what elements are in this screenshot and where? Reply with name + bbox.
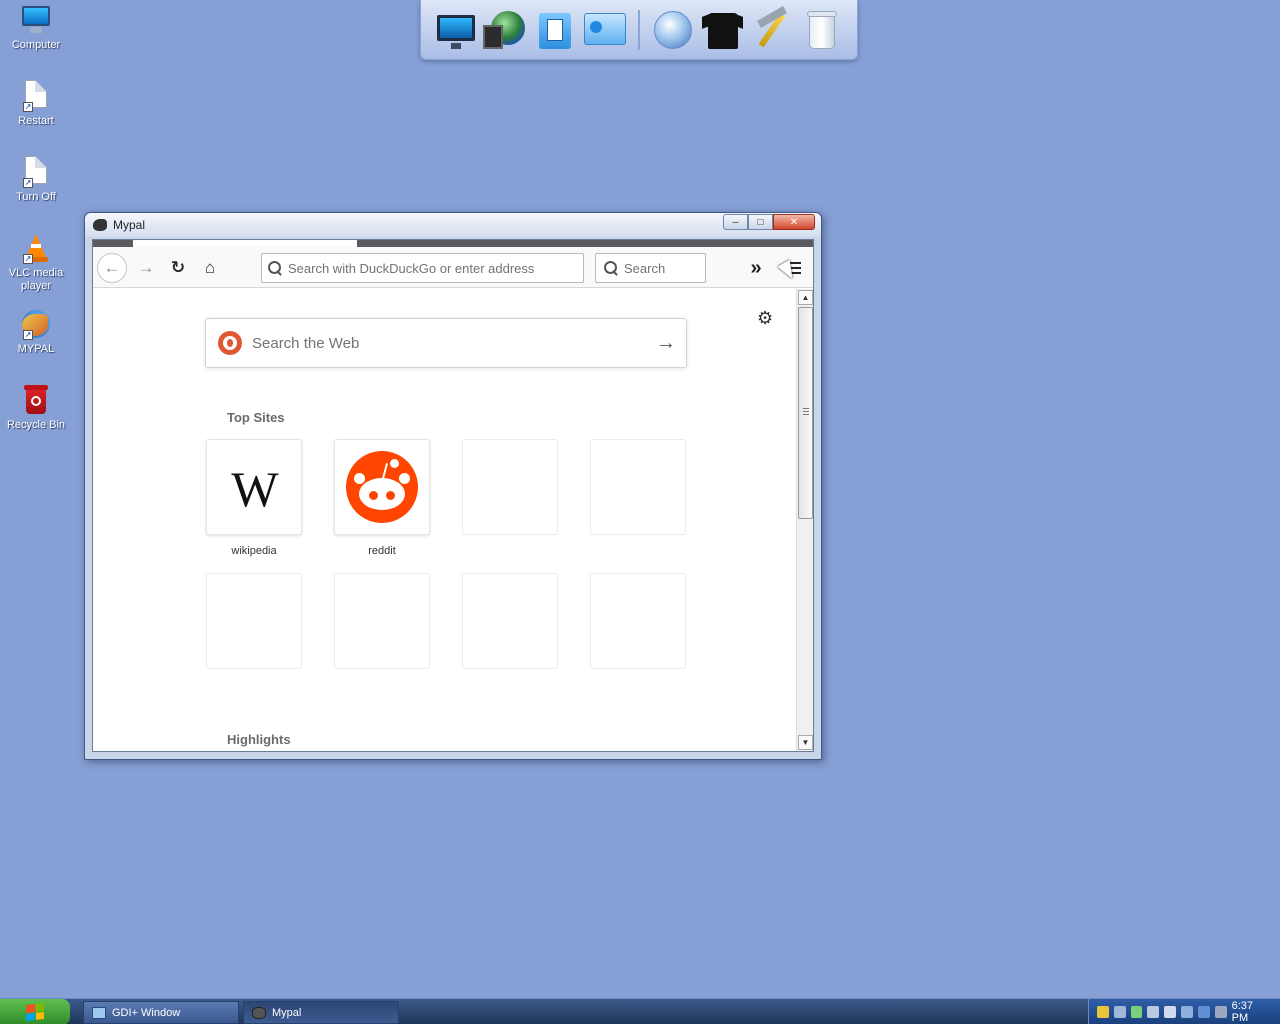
scroll-up-arrow-icon[interactable]: ▲ bbox=[798, 290, 813, 305]
document-icon[interactable] bbox=[533, 7, 579, 53]
desktop-icon-label: Turn Off bbox=[16, 191, 56, 203]
address-bar-placeholder: Search with DuckDuckGo or enter address bbox=[288, 260, 535, 276]
top-site-tile-empty[interactable] bbox=[462, 439, 558, 535]
top-site-tile-empty[interactable] bbox=[462, 573, 558, 669]
desktop-icon-turn-off[interactable]: ↗ Turn Off bbox=[4, 156, 68, 204]
desktop-icon-restart[interactable]: ↗ Restart bbox=[4, 80, 68, 128]
top-site-tile-reddit[interactable] bbox=[334, 439, 430, 535]
desktop-icon-label: Computer bbox=[11, 39, 61, 51]
reddit-logo-icon bbox=[346, 451, 418, 523]
overflow-chevron-button[interactable]: » bbox=[743, 255, 769, 281]
maximize-button[interactable]: □ bbox=[748, 214, 773, 230]
top-sites-title: Top Sites bbox=[227, 410, 285, 425]
taskbar-button-label: GDI+ Window bbox=[112, 1006, 181, 1019]
desktop-icon-label: VLC media player bbox=[8, 267, 64, 292]
tray-app-icon[interactable] bbox=[1147, 1006, 1160, 1018]
taskbar-button-gdi-window[interactable]: GDI+ Window bbox=[83, 1001, 239, 1024]
title-bar[interactable]: Mypal – □ ✕ bbox=[85, 213, 821, 237]
duckduckgo-logo-icon bbox=[218, 331, 242, 355]
address-bar[interactable]: Search with DuckDuckGo or enter address bbox=[261, 253, 584, 283]
clock[interactable]: 6:37 PM bbox=[1232, 1000, 1272, 1024]
taskbar-button-mypal[interactable]: Mypal bbox=[243, 1001, 399, 1024]
dock bbox=[420, 0, 858, 60]
web-search-placeholder: Search the Web bbox=[252, 334, 360, 352]
windows-logo-icon bbox=[26, 1003, 44, 1021]
security-shield-icon[interactable] bbox=[1097, 1006, 1109, 1018]
tshirt-icon[interactable] bbox=[700, 7, 746, 53]
taskbar: GDI+ Window Mypal 6:37 PM bbox=[0, 998, 1280, 1024]
window-app-icon bbox=[92, 1006, 106, 1019]
search-bar-placeholder: Search bbox=[624, 260, 666, 276]
scrollbar-thumb[interactable] bbox=[798, 307, 813, 519]
wikipedia-logo-icon: W bbox=[231, 461, 279, 517]
file-shortcut-icon: ↗ bbox=[20, 156, 52, 188]
recycle-bin-icon bbox=[20, 384, 52, 416]
desktop-icon-computer[interactable]: Computer bbox=[4, 4, 68, 52]
search-icon bbox=[268, 261, 282, 275]
top-site-label: reddit bbox=[368, 545, 396, 557]
reload-button[interactable]: ↻ bbox=[163, 253, 193, 283]
network-globe-icon[interactable] bbox=[650, 7, 696, 53]
tools-icon[interactable] bbox=[749, 5, 795, 53]
vertical-scrollbar[interactable]: ▲ ▼ bbox=[796, 289, 813, 751]
recycle-bin-icon[interactable] bbox=[799, 7, 845, 53]
tray-app-icon[interactable] bbox=[1164, 1006, 1177, 1018]
file-shortcut-icon: ↗ bbox=[20, 80, 52, 112]
top-site-tile-empty[interactable] bbox=[590, 573, 686, 669]
network-icon[interactable] bbox=[1181, 1006, 1193, 1018]
browser-client-area: ← → ↻ ⌂ Search with DuckDuckGo or enter … bbox=[92, 239, 814, 752]
top-site-tile-empty[interactable] bbox=[206, 573, 302, 669]
top-site-tile-empty[interactable] bbox=[334, 573, 430, 669]
globe-icon[interactable] bbox=[482, 7, 529, 53]
tab-active[interactable] bbox=[133, 240, 357, 247]
desktop-icon-mypal[interactable]: ↗ MYPAL bbox=[4, 308, 68, 356]
monitor-icon[interactable] bbox=[433, 7, 479, 53]
browser-window: Mypal – □ ✕ ← → ↻ ⌂ Search with DuckDuck… bbox=[84, 212, 822, 760]
home-button[interactable]: ⌂ bbox=[195, 253, 225, 283]
start-button[interactable] bbox=[0, 999, 70, 1024]
computer-icon bbox=[20, 4, 52, 36]
minimize-button[interactable]: – bbox=[723, 214, 748, 230]
desktop-icon-recycle-bin[interactable]: Recycle Bin bbox=[4, 384, 68, 432]
window-title: Mypal bbox=[113, 218, 146, 232]
back-button[interactable]: ← bbox=[97, 253, 127, 283]
control-panel-icon[interactable] bbox=[582, 7, 628, 53]
mypal-browser-icon: ↗ bbox=[20, 308, 52, 340]
volume-icon[interactable] bbox=[1214, 1006, 1227, 1018]
gear-icon[interactable]: ⚙ bbox=[757, 308, 773, 329]
system-tray: 6:37 PM bbox=[1088, 999, 1280, 1024]
top-site-tile-wikipedia[interactable]: W bbox=[206, 439, 302, 535]
search-bar[interactable]: Search bbox=[595, 253, 706, 283]
scroll-down-arrow-icon[interactable]: ▼ bbox=[798, 735, 813, 750]
search-go-arrow-icon[interactable]: → bbox=[646, 332, 686, 355]
desktop-icon-vlc[interactable]: ↗ VLC media player bbox=[4, 232, 68, 293]
search-icon bbox=[604, 261, 618, 275]
dock-separator bbox=[638, 9, 640, 50]
desktop-icon-label: Recycle Bin bbox=[6, 419, 66, 431]
web-search-box[interactable]: Search the Web → bbox=[205, 318, 687, 368]
tray-app-icon[interactable] bbox=[1113, 1006, 1126, 1018]
desktop-icon-label: MYPAL bbox=[17, 343, 55, 355]
navigation-toolbar: ← → ↻ ⌂ Search with DuckDuckGo or enter … bbox=[93, 247, 813, 288]
vlc-cone-icon: ↗ bbox=[20, 232, 52, 264]
tray-app-icon[interactable] bbox=[1130, 1006, 1143, 1018]
new-tab-page: ⚙ Search the Web → Top Sites W wikipedia bbox=[93, 289, 796, 751]
tab-strip bbox=[93, 240, 813, 247]
forward-button[interactable]: → bbox=[131, 253, 161, 283]
top-site-tile-empty[interactable] bbox=[590, 439, 686, 535]
tray-app-icon[interactable] bbox=[1197, 1006, 1210, 1018]
mypal-app-icon bbox=[93, 219, 107, 231]
top-site-label: wikipedia bbox=[231, 545, 277, 557]
close-button[interactable]: ✕ bbox=[773, 214, 815, 230]
mypal-app-icon bbox=[252, 1006, 266, 1019]
highlights-title: Highlights bbox=[227, 732, 291, 747]
desktop-icon-label: Restart bbox=[18, 115, 54, 127]
taskbar-button-label: Mypal bbox=[272, 1006, 302, 1019]
